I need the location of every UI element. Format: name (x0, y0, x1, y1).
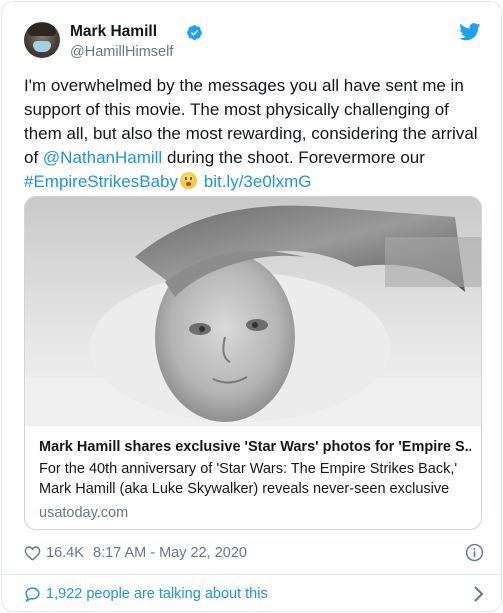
handle[interactable]: @HamillHimself (70, 44, 173, 60)
baby-face-emoji-icon (180, 172, 198, 189)
talking-about-link[interactable]: 1,922 people are talking about this (46, 586, 268, 602)
tweet-text: I'm overwhelmed by the messages you all … (24, 74, 486, 194)
display-name[interactable]: Mark Hamill (70, 23, 157, 41)
link-preview-card[interactable]: Mark Hamill shares exclusive 'Star Wars'… (24, 196, 482, 530)
twitter-bird-icon[interactable] (459, 23, 481, 41)
tweet-text-part2: during the shoot. Forevermore our (162, 148, 425, 167)
meta-row: 16.4K 8:17 AM - May 22, 2020 (24, 543, 484, 565)
card-description: For the 40th anniversary of 'Star Wars: … (39, 461, 458, 497)
like-count[interactable]: 16.4K (46, 545, 84, 561)
verified-badge-icon (187, 25, 202, 40)
card-image (25, 197, 481, 426)
chevron-right-icon[interactable] (472, 585, 484, 603)
heart-icon[interactable] (24, 545, 41, 561)
mention-link[interactable]: @NathanHamill (43, 148, 162, 167)
conversation-footer[interactable]: 1,922 people are talking about this (24, 584, 484, 606)
timestamp[interactable]: 8:17 AM - May 22, 2020 (93, 545, 247, 561)
tweet-card: Mark Hamill @HamillHimself I'm overwhelm… (1, 1, 502, 612)
card-domain: usatoday.com (39, 505, 129, 521)
hashtag-link[interactable]: #EmpireStrikesBaby (24, 172, 178, 191)
comment-icon (25, 587, 40, 603)
card-text: Mark Hamill shares exclusive 'Star Wars'… (39, 437, 471, 523)
short-link[interactable]: bit.ly/3e0lxmG (204, 172, 312, 191)
divider (2, 574, 501, 575)
avatar[interactable] (24, 22, 60, 58)
tweet-header: Mark Hamill @HamillHimself (24, 22, 481, 66)
card-title: Mark Hamill shares exclusive 'Star Wars'… (39, 439, 471, 455)
info-icon[interactable] (465, 543, 484, 562)
